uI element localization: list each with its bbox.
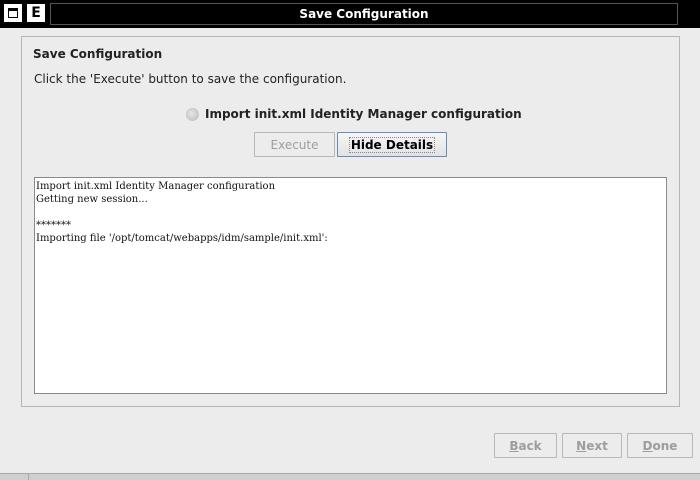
hide-details-button-label: Hide Details xyxy=(348,136,436,153)
execute-button-label: Execute xyxy=(270,137,319,152)
window-menu-button[interactable] xyxy=(3,3,23,23)
done-mnemonic: D xyxy=(642,438,653,453)
title-bar: E Save Configuration xyxy=(0,0,700,28)
next-label-rest: ext xyxy=(586,438,608,453)
panel-heading: Save Configuration xyxy=(33,47,163,61)
log-line: Import init.xml Identity Manager configu… xyxy=(36,181,276,192)
status-indicator-icon xyxy=(186,107,199,121)
log-line: ******* xyxy=(36,220,71,231)
execute-button[interactable]: Execute xyxy=(254,132,335,157)
next-button[interactable]: Next xyxy=(562,433,622,458)
done-label-rest: one xyxy=(652,438,678,453)
window-bottom-border[interactable] xyxy=(0,473,700,480)
done-button[interactable]: Done xyxy=(627,433,693,458)
app-icon-label: E xyxy=(31,5,41,21)
back-label-rest: ack xyxy=(518,438,542,453)
status-label: Import init.xml Identity Manager configu… xyxy=(205,107,522,121)
app-icon-button[interactable]: E xyxy=(26,3,46,23)
import-status: Import init.xml Identity Manager configu… xyxy=(186,107,522,121)
hide-details-button[interactable]: Hide Details xyxy=(337,132,447,157)
log-line: Getting new session... xyxy=(36,194,148,205)
window-menu-icon xyxy=(8,8,18,18)
title-bar-right-edge xyxy=(681,3,697,25)
bottom-border-left-segment xyxy=(0,474,29,480)
instruction-text: Click the 'Execute' button to save the c… xyxy=(34,72,347,86)
log-line: Importing file '/opt/tomcat/webapps/idm/… xyxy=(36,233,328,244)
back-mnemonic: B xyxy=(509,438,519,453)
window-title: Save Configuration xyxy=(50,3,678,25)
next-mnemonic: N xyxy=(576,438,587,453)
details-log-area[interactable]: Import init.xml Identity Manager configu… xyxy=(34,177,667,394)
back-button[interactable]: Back xyxy=(494,433,557,458)
